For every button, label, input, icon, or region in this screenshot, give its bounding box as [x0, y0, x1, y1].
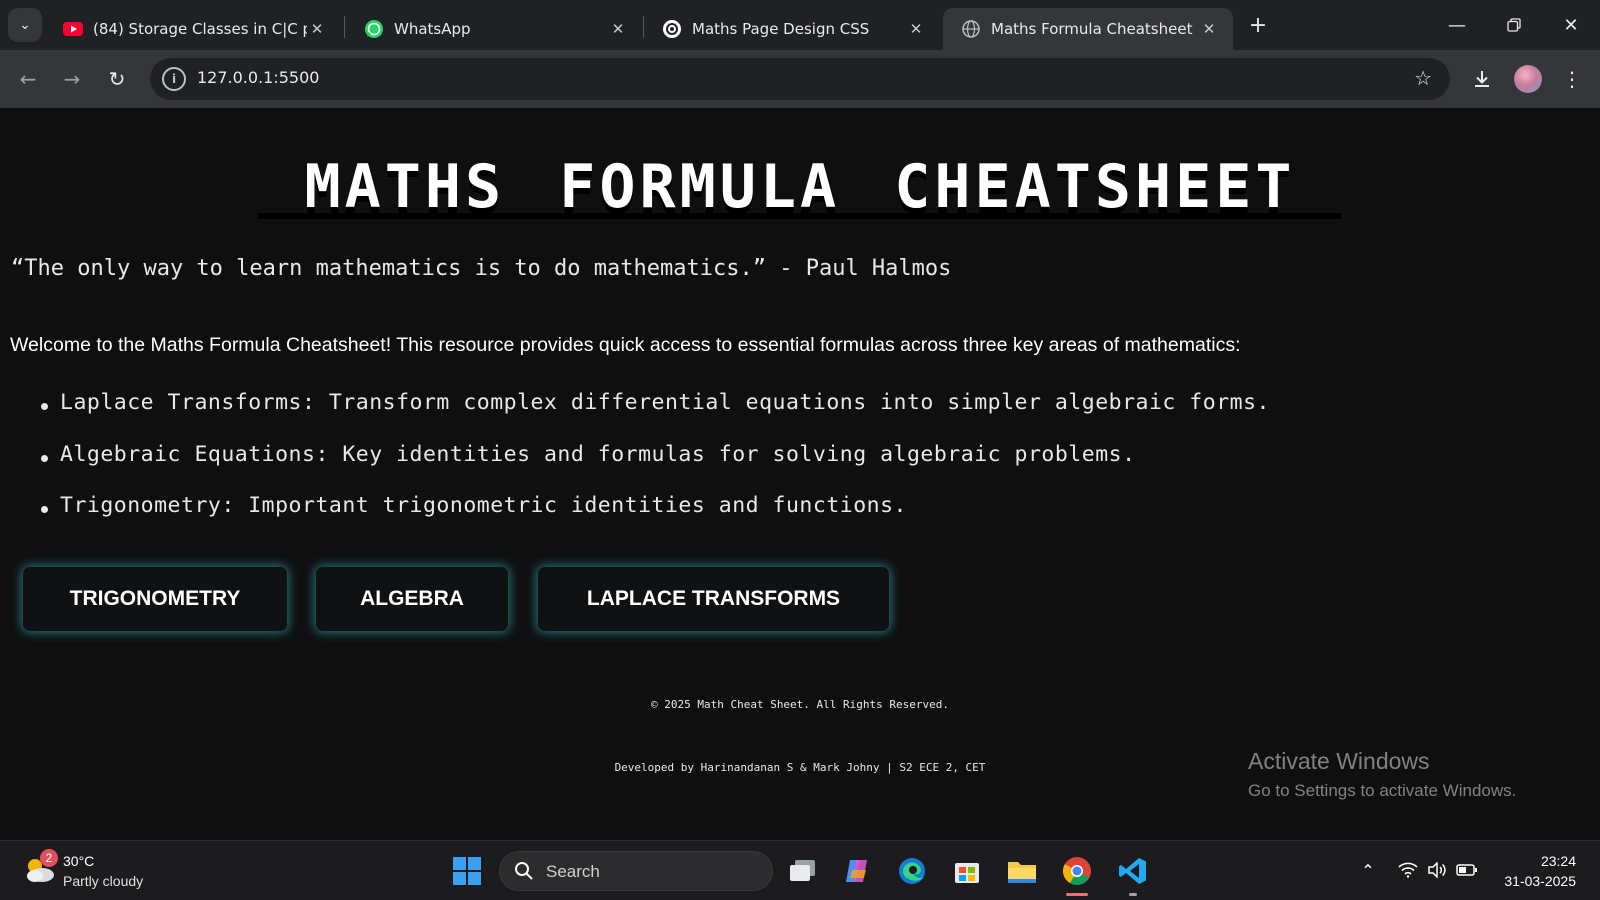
vscode-icon	[1119, 858, 1146, 884]
tab-strip: ⌄ (84) Storage Classes in C|C pro ✕ What…	[0, 0, 1600, 50]
algebra-button[interactable]: ALGEBRA	[316, 567, 508, 631]
chatgpt-icon	[662, 19, 682, 39]
show-hidden-icons-button[interactable]: ⌃	[1355, 857, 1381, 883]
arrow-left-icon: ←	[19, 67, 37, 91]
close-tab-icon[interactable]: ✕	[608, 19, 628, 39]
browser-menu-button[interactable]: ⋮	[1556, 63, 1588, 95]
back-button[interactable]: ←	[12, 63, 44, 95]
task-view-icon	[790, 860, 815, 881]
download-icon	[1475, 71, 1489, 87]
close-tab-icon[interactable]: ✕	[307, 19, 327, 39]
chrome-icon	[1063, 857, 1091, 885]
tab-whatsapp[interactable]: WhatsApp ✕	[346, 8, 642, 50]
file-explorer-button[interactable]	[1004, 853, 1040, 889]
browser-toolbar: ← → ↻ i 127.0.0.1:5500 ☆ ⋮	[0, 50, 1600, 108]
globe-icon	[961, 19, 981, 39]
weather-notification-badge: 2	[40, 849, 58, 867]
activate-windows-watermark: Activate Windows Go to Settings to activ…	[1248, 748, 1516, 801]
tab-separator	[344, 16, 345, 38]
tab-title: Maths Page Design CSS	[692, 20, 870, 38]
copilot-icon	[846, 860, 867, 882]
vscode-button[interactable]	[1115, 853, 1151, 889]
profile-avatar[interactable]	[1514, 65, 1542, 93]
tab-title: (84) Storage Classes in C|C pro	[93, 20, 307, 38]
chevron-up-icon: ⌃	[1361, 860, 1375, 880]
clock-date[interactable]: 31-03-2025	[1495, 873, 1576, 889]
tab-search-dropdown-button[interactable]: ⌄	[8, 8, 42, 42]
taskbar: 2 30°C Partly cloudy Search ⌃ 23:24 31-0…	[0, 840, 1600, 900]
tab-title: WhatsApp	[394, 20, 471, 38]
close-tab-icon[interactable]: ✕	[906, 19, 926, 39]
taskbar-search-box[interactable]: Search	[499, 851, 773, 891]
laplace-transforms-button[interactable]: LAPLACE TRANSFORMS	[538, 567, 889, 631]
arrow-right-icon: →	[63, 67, 81, 91]
page-content: MATHS FORMULA CHEATSHEET “The only way t…	[0, 108, 1600, 840]
close-tab-icon[interactable]: ✕	[1199, 19, 1219, 39]
task-view-button[interactable]	[785, 853, 821, 889]
youtube-icon	[63, 19, 83, 39]
minimize-icon: —	[1448, 14, 1466, 36]
plus-icon: +	[1248, 12, 1268, 38]
list-item: Trigonometry: Important trigonometric id…	[38, 493, 1270, 545]
restore-window-button[interactable]	[1499, 10, 1529, 40]
clock-time[interactable]: 23:24	[1540, 853, 1576, 869]
tab-maths-formula-cheatsheet[interactable]: Maths Formula Cheatsheet ✕	[943, 8, 1233, 50]
address-bar[interactable]: i 127.0.0.1:5500 ☆	[150, 58, 1450, 100]
whatsapp-icon	[364, 19, 384, 39]
tab-youtube[interactable]: (84) Storage Classes in C|C pro ✕	[45, 8, 341, 50]
weather-temperature[interactable]: 30°C	[63, 853, 94, 869]
weather-description[interactable]: Partly cloudy	[63, 873, 143, 889]
tab-title: Maths Formula Cheatsheet	[991, 20, 1193, 38]
vscode-running-indicator	[1129, 893, 1137, 896]
new-tab-button[interactable]: +	[1245, 12, 1271, 38]
trigonometry-button[interactable]: TRIGONOMETRY	[23, 567, 287, 631]
store-icon	[955, 863, 979, 883]
list-item: Laplace Transforms: Transform complex di…	[38, 390, 1270, 442]
downloads-button[interactable]	[1466, 63, 1498, 95]
edge-icon	[899, 858, 925, 884]
footer-copyright: © 2025 Math Cheat Sheet. All Rights Rese…	[650, 698, 949, 711]
reload-icon: ↻	[108, 67, 126, 91]
taskbar-search-label: Search	[546, 862, 600, 881]
search-icon	[514, 861, 534, 886]
topics-list: Laplace Transforms: Transform complex di…	[38, 390, 1270, 545]
quote: “The only way to learn mathematics is to…	[11, 256, 952, 281]
intro-text: Welcome to the Maths Formula Cheatsheet!…	[10, 334, 1241, 356]
chevron-down-icon: ⌄	[19, 17, 31, 33]
restore-icon	[1507, 18, 1521, 32]
copilot-button[interactable]	[839, 853, 875, 889]
page-title: MATHS FORMULA CHEATSHEET	[304, 152, 1296, 222]
edge-button[interactable]	[894, 853, 930, 889]
site-info-icon[interactable]: i	[162, 67, 186, 91]
microsoft-store-button[interactable]	[949, 853, 985, 889]
windows-logo-icon	[453, 857, 481, 885]
forward-button[interactable]: →	[56, 63, 88, 95]
close-icon: ✕	[1563, 14, 1579, 36]
more-vertical-icon: ⋮	[1562, 67, 1582, 91]
close-window-button[interactable]: ✕	[1556, 10, 1586, 40]
chrome-button[interactable]	[1059, 853, 1095, 889]
wifi-icon[interactable]	[1395, 857, 1421, 883]
watermark-subtitle: Go to Settings to activate Windows.	[1248, 781, 1517, 800]
list-item: Algebraic Equations: Key identities and …	[38, 442, 1270, 494]
chrome-active-indicator	[1066, 893, 1088, 896]
bookmark-star-icon[interactable]: ☆	[1414, 66, 1432, 90]
url-text[interactable]: 127.0.0.1:5500	[197, 68, 319, 87]
reload-button[interactable]: ↻	[101, 63, 133, 95]
folder-icon	[1008, 862, 1036, 883]
start-button[interactable]	[449, 853, 485, 889]
tab-maths-page-design[interactable]: Maths Page Design CSS ✕	[644, 8, 940, 50]
watermark-title: Activate Windows	[1248, 748, 1430, 774]
volume-icon[interactable]	[1424, 857, 1450, 883]
battery-icon[interactable]	[1454, 857, 1480, 883]
minimize-window-button[interactable]: —	[1442, 10, 1472, 40]
